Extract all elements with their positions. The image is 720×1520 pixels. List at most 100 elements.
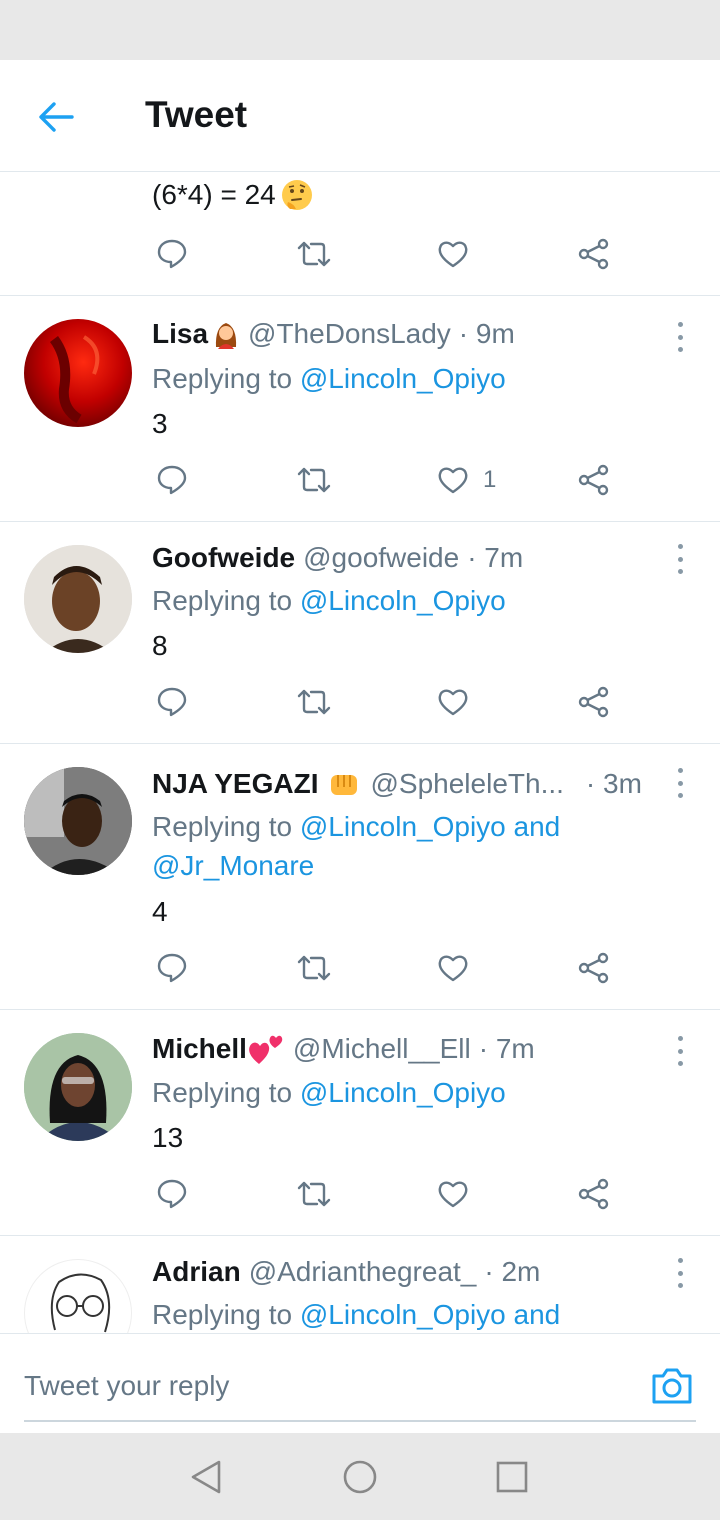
- like-icon: [438, 955, 468, 982]
- tweet-actions: [0, 682, 720, 722]
- mention-link[interactable]: @Jr_Monare: [152, 850, 314, 881]
- display-name[interactable]: Goofweide: [152, 542, 295, 574]
- status-bar: [0, 0, 720, 60]
- retweet-button[interactable]: [296, 234, 332, 274]
- like-icon: [438, 467, 468, 494]
- share-icon: [578, 464, 609, 496]
- share-icon: [578, 238, 609, 270]
- main-tweet: (6*4) = 24: [0, 172, 720, 296]
- user-handle: @Adrianthegreat_: [248, 1256, 477, 1287]
- display-name[interactable]: Adrian: [152, 1256, 241, 1288]
- more-options-button[interactable]: [666, 1258, 694, 1288]
- mention-link[interactable]: @Lincoln_Opiyo: [300, 811, 506, 842]
- reply-composer: Tweet your reply: [0, 1333, 720, 1433]
- retweet-icon: [297, 241, 331, 267]
- retweet-icon: [297, 955, 331, 981]
- like-button[interactable]: [437, 1174, 469, 1214]
- avatar[interactable]: [24, 319, 132, 427]
- more-options-button[interactable]: [666, 1036, 694, 1066]
- tweet-actions: [0, 234, 720, 274]
- display-name[interactable]: NJA YEGAZI: [152, 768, 318, 800]
- replying-to-label: Replying to: [152, 363, 293, 394]
- share-button[interactable]: [578, 1174, 610, 1214]
- reply-button[interactable]: [156, 682, 188, 722]
- reply-placeholder: Tweet your reply: [24, 1370, 230, 1401]
- mention-link[interactable]: @Lincoln_Opiyo: [300, 1077, 506, 1108]
- tweet-actions: [0, 948, 720, 988]
- reply-tweet[interactable]: NJA YEGAZI @SpheleleTh... · 3m Replying …: [0, 744, 720, 1010]
- like-icon: [438, 241, 468, 268]
- user-handle: @goofweide: [303, 542, 460, 573]
- reply-button[interactable]: [156, 1174, 188, 1214]
- replying-to: Replying to @Lincoln_Opiyo and @Jr_Monar…: [152, 807, 560, 885]
- avatar[interactable]: [24, 1259, 132, 1333]
- like-button[interactable]: [437, 948, 469, 988]
- reply-button[interactable]: [156, 948, 188, 988]
- tweet-actions: [0, 1174, 720, 1214]
- more-options-button[interactable]: [666, 322, 694, 352]
- reply-button[interactable]: [156, 234, 188, 274]
- reply-icon: [157, 1179, 187, 1209]
- retweet-button[interactable]: [296, 682, 332, 722]
- reply-tweet[interactable]: Adrian @Adrianthegreat_ · 2m Replying to…: [0, 1236, 720, 1333]
- reply-text: 4: [152, 896, 168, 927]
- reply-meta: Adrian @Adrianthegreat_ · 2m: [152, 1256, 540, 1288]
- timestamp: · 2m: [484, 1256, 541, 1287]
- mention-link[interactable]: @Lincoln_Opiyo: [300, 363, 506, 394]
- like-button[interactable]: [437, 234, 469, 274]
- reply-text: 13: [152, 1122, 184, 1153]
- retweet-button[interactable]: [296, 460, 332, 500]
- tweet-text: (6*4) = 24: [152, 178, 314, 212]
- like-button[interactable]: [437, 682, 469, 722]
- nav-recents-icon: [496, 1461, 528, 1493]
- timestamp: · 9m: [458, 318, 515, 349]
- mention-link[interactable]: @Lincoln_Opiyo: [300, 1299, 506, 1330]
- nav-home-button[interactable]: [338, 1457, 382, 1497]
- display-name[interactable]: Lisa: [152, 318, 208, 350]
- replying-to-label: Replying to: [152, 1077, 293, 1108]
- fist-emoji-icon: [328, 769, 362, 799]
- share-button[interactable]: [578, 682, 610, 722]
- reply-button[interactable]: [156, 460, 188, 500]
- avatar[interactable]: [24, 1033, 132, 1141]
- nav-recents-button[interactable]: [490, 1457, 534, 1497]
- nav-back-button[interactable]: [184, 1457, 228, 1497]
- replying-to: Replying to @Lincoln_Opiyo: [152, 359, 506, 398]
- avatar[interactable]: [24, 767, 132, 875]
- reply-tweet[interactable]: Michell @Michell__Ell · 7m Replying to @…: [0, 1010, 720, 1236]
- share-button[interactable]: [578, 948, 610, 988]
- mention-link[interactable]: @Lincoln_Opiyo: [300, 585, 506, 616]
- more-icon: [677, 1036, 683, 1041]
- user-handle: @TheDonsLady: [248, 318, 451, 349]
- retweet-icon: [297, 467, 331, 493]
- tweet-actions: 1: [0, 460, 720, 500]
- reply-icon: [157, 465, 187, 495]
- thinking-face-emoji-icon: [280, 178, 314, 212]
- reply-tweet[interactable]: Goofweide @goofweide · 7m Replying to @L…: [0, 522, 720, 744]
- reply-input[interactable]: Tweet your reply: [24, 1352, 696, 1422]
- replies-feed[interactable]: (6*4) = 24 Lisa @TheDonsLady · 9m Replyi…: [0, 172, 720, 1333]
- share-button[interactable]: [578, 234, 610, 274]
- reply-tweet[interactable]: Lisa @TheDonsLady · 9m Replying to @Linc…: [0, 296, 720, 522]
- avatar[interactable]: [24, 545, 132, 653]
- replying-to-label: Replying to: [152, 811, 293, 842]
- camera-icon: [652, 1368, 692, 1404]
- woman-emoji-icon: [212, 319, 240, 349]
- user-handle: @Michell__Ell: [292, 1033, 471, 1064]
- tweet-text-content: (6*4) = 24: [152, 179, 276, 210]
- display-name[interactable]: Michell: [152, 1033, 247, 1065]
- like-button[interactable]: 1: [437, 460, 496, 500]
- retweet-button[interactable]: [296, 1174, 332, 1214]
- more-icon: [677, 768, 683, 773]
- back-arrow-icon: [39, 102, 74, 132]
- app-header: Tweet: [0, 60, 720, 172]
- replying-to: Replying to @Lincoln_Opiyo: [152, 581, 506, 620]
- back-button[interactable]: [32, 96, 80, 138]
- share-button[interactable]: [578, 460, 610, 500]
- more-options-button[interactable]: [666, 544, 694, 574]
- more-options-button[interactable]: [666, 768, 694, 798]
- retweet-button[interactable]: [296, 948, 332, 988]
- system-nav-bar: [0, 1433, 720, 1520]
- camera-button[interactable]: [648, 1362, 696, 1410]
- replying-to: Replying to @Lincoln_Opiyo: [152, 1073, 506, 1112]
